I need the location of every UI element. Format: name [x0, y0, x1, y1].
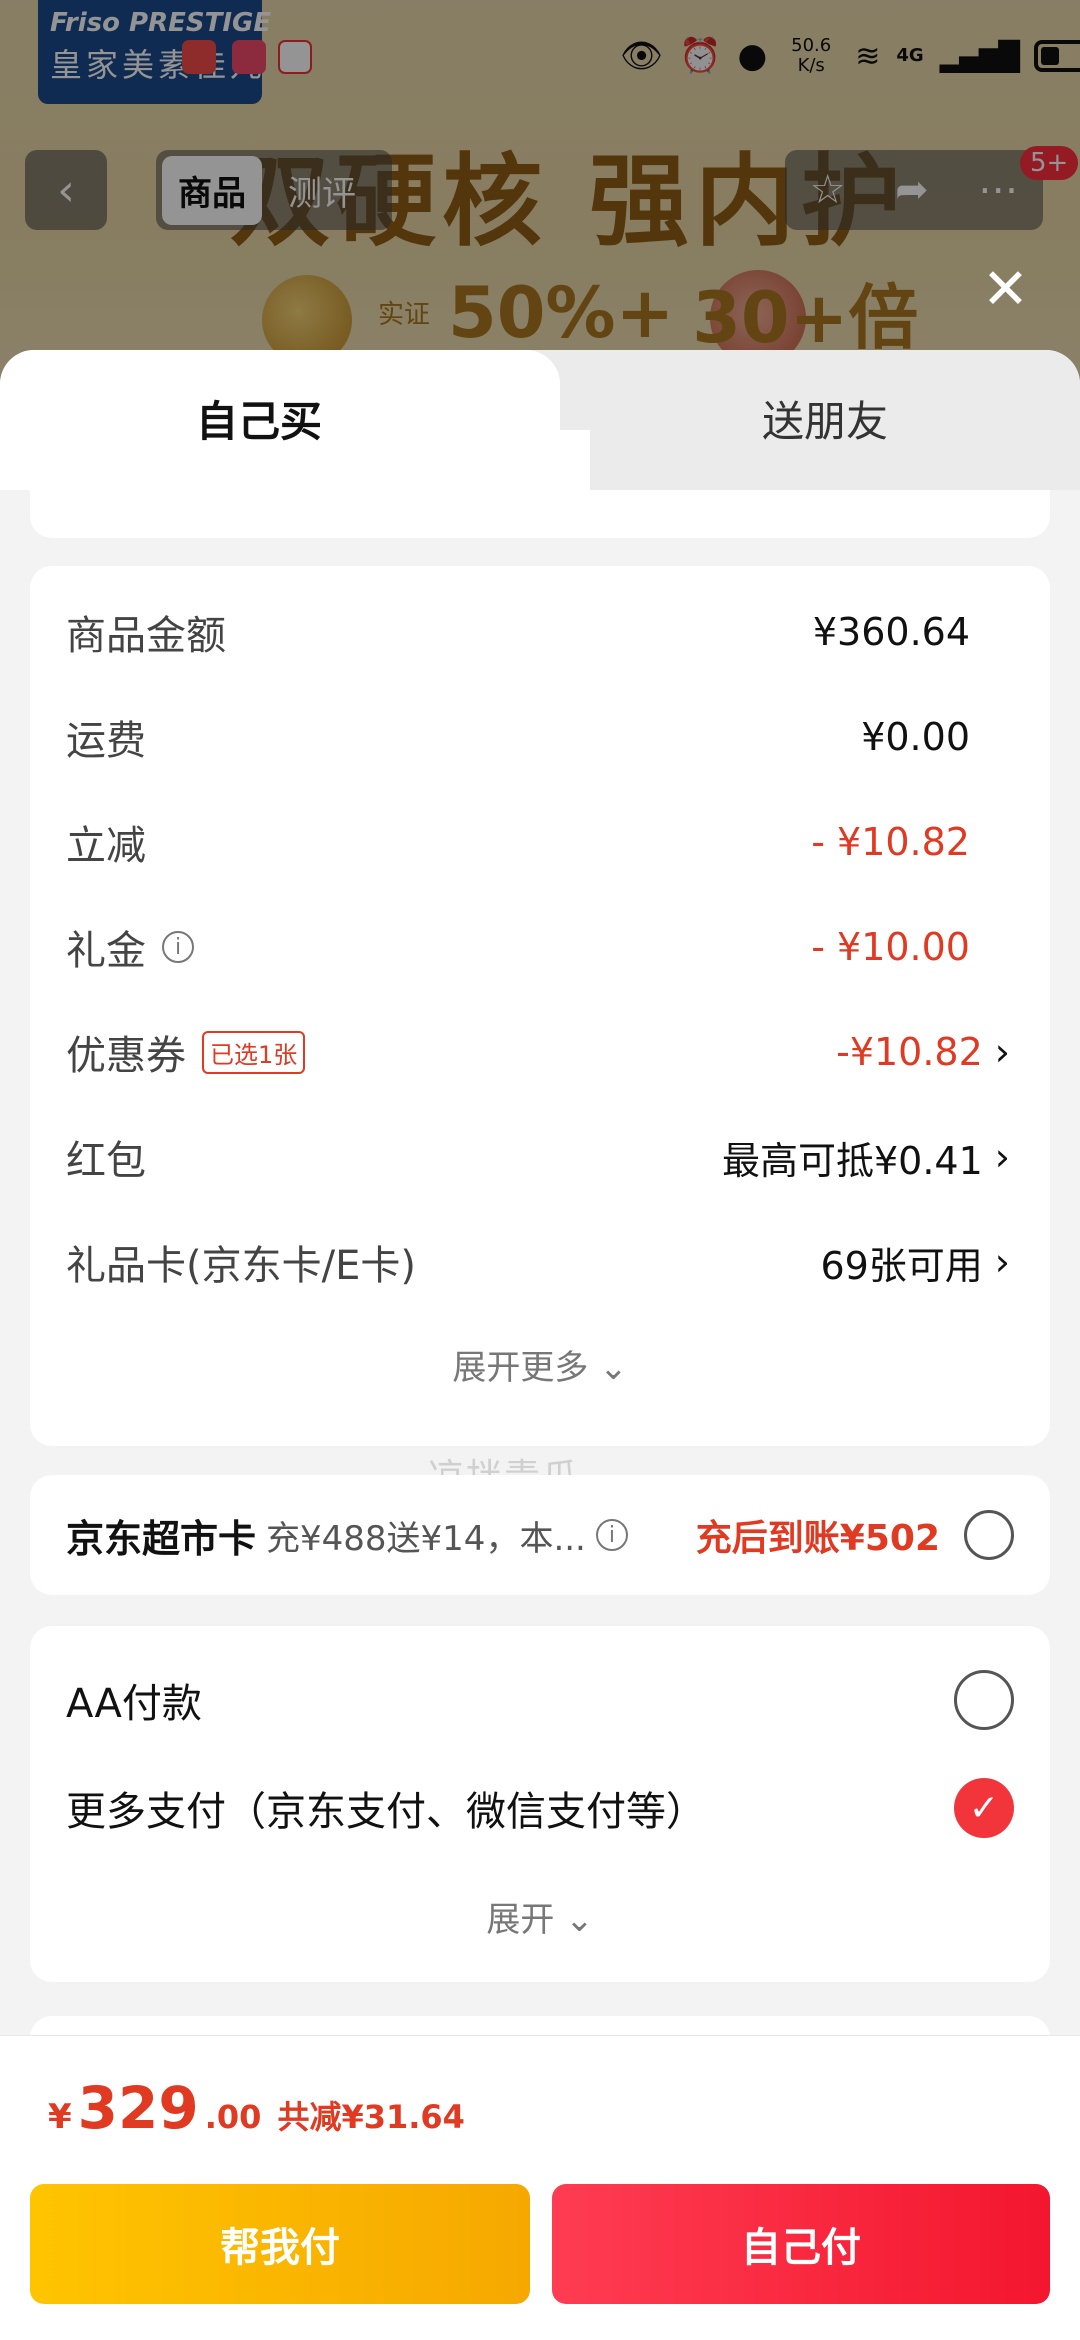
total-price: ¥ 329 .00 共减¥31.64	[48, 2074, 465, 2142]
total-saved: 共减¥31.64	[277, 2098, 465, 2136]
help-me-pay-button[interactable]: 帮我付	[30, 2184, 530, 2304]
supermarket-card-desc: 充¥488送¥14，本...	[266, 1518, 586, 1559]
row-gift-card[interactable]: 礼品卡(京东卡/E卡) 69张可用 ›	[66, 1232, 1010, 1292]
supermarket-card-left: 京东超市卡 充¥488送¥14，本... i	[66, 1508, 628, 1563]
instant-discount-value: - ¥10.82	[811, 820, 970, 864]
row-instant-discount: 立减 - ¥10.82	[66, 812, 1010, 872]
red-packet-value: 最高可抵¥0.41	[722, 1138, 983, 1183]
row-red-packet[interactable]: 红包 最高可抵¥0.41 ›	[66, 1127, 1010, 1187]
row-item-amount: 商品金额 ¥360.64	[66, 602, 1010, 662]
coupon-value: -¥10.82	[836, 1030, 983, 1074]
tab-buy-self-label: 自己买	[196, 397, 323, 446]
expand-more-label: 展开更多	[452, 1348, 589, 1388]
supermarket-card-offer[interactable]: 京东超市卡 充¥488送¥14，本... i 充后到账¥502	[30, 1475, 1050, 1595]
shipping-value: ¥0.00	[861, 715, 970, 759]
gift-card-value: 69张可用	[820, 1243, 983, 1288]
row-gift-money: 礼金 i - ¥10.00	[66, 917, 1010, 977]
supermarket-card-title: 京东超市卡	[66, 1516, 257, 1561]
row-shipping: 运费 ¥0.00	[66, 707, 1010, 767]
gift-money-label: 礼金	[66, 928, 146, 974]
payment-option-aa[interactable]: AA付款	[66, 1670, 1014, 1730]
coupon-label-group: 优惠券 已选1张	[66, 1023, 306, 1081]
supermarket-card-row: 京东超市卡 充¥488送¥14，本... i 充后到账¥502	[66, 1505, 1014, 1565]
info-icon[interactable]: i	[595, 1519, 628, 1551]
tab-gift-friend-label: 送朋友	[762, 397, 889, 446]
close-icon[interactable]: ✕	[982, 262, 1029, 318]
coupon-selected-tag: 已选1张	[202, 1030, 306, 1074]
instant-discount-label: 立减	[66, 823, 146, 869]
price-breakdown-card: 商品金额 ¥360.64 运费 ¥0.00 立减 - ¥10.82 礼金 i -…	[30, 566, 1050, 1446]
shipping-label: 运费	[66, 718, 146, 764]
chevron-right-icon: ›	[994, 1030, 1010, 1074]
chevron-down-icon: ⌄	[599, 1348, 628, 1388]
row-coupon[interactable]: 优惠券 已选1张 -¥10.82 ›	[66, 1022, 1010, 1082]
item-amount-label: 商品金额	[66, 613, 226, 659]
purchase-mode-tabs: 自己买 送朋友	[0, 350, 1080, 490]
gift-money-value: - ¥10.00	[811, 925, 970, 969]
expand-more-button[interactable]: 展开更多 ⌄	[30, 1340, 1050, 1389]
checkmark-icon[interactable]: ✓	[954, 1778, 1014, 1838]
payment-options-card: AA付款 更多支付（京东支付、微信支付等） ✓ 展开 ⌄	[30, 1626, 1050, 1982]
gift-card-label: 礼品卡(京东卡/E卡)	[66, 1243, 416, 1289]
expand-label: 展开	[486, 1900, 555, 1940]
chevron-right-icon: ›	[994, 1135, 1010, 1179]
checkout-bottom-bar: ¥ 329 .00 共减¥31.64 帮我付 自己付	[0, 2035, 1080, 2340]
currency-symbol: ¥	[48, 2097, 72, 2137]
info-icon[interactable]: i	[162, 931, 194, 963]
chevron-down-icon: ⌄	[565, 1900, 594, 1940]
supermarket-card-arrival: 充后到账¥502	[695, 1518, 940, 1559]
payment-option-aa-label: AA付款	[66, 1681, 202, 1727]
red-packet-label: 红包	[66, 1138, 146, 1184]
red-packet-value-group: 最高可抵¥0.41 ›	[722, 1130, 1010, 1185]
supermarket-card-right: 充后到账¥502	[696, 1509, 1014, 1561]
total-decimal: .00	[204, 2098, 262, 2136]
payment-option-aa-radio[interactable]	[954, 1670, 1014, 1730]
coupon-value-group: -¥10.82 ›	[836, 1030, 1010, 1074]
item-amount-value: ¥360.64	[812, 610, 970, 654]
previous-card-edge	[30, 490, 1050, 538]
payment-option-more[interactable]: 更多支付（京东支付、微信支付等） ✓	[66, 1778, 1014, 1838]
total-integer: 329	[77, 2074, 199, 2142]
gift-money-label-group: 礼金 i	[66, 918, 194, 976]
expand-button[interactable]: 展开 ⌄	[30, 1892, 1050, 1941]
chevron-right-icon: ›	[994, 1240, 1010, 1284]
coupon-label: 优惠券	[66, 1033, 186, 1079]
payment-option-more-label: 更多支付（京东支付、微信支付等）	[66, 1789, 706, 1835]
gift-card-value-group: 69张可用 ›	[820, 1235, 1010, 1290]
pay-myself-button[interactable]: 自己付	[552, 2184, 1050, 2304]
supermarket-card-radio[interactable]	[964, 1510, 1014, 1560]
